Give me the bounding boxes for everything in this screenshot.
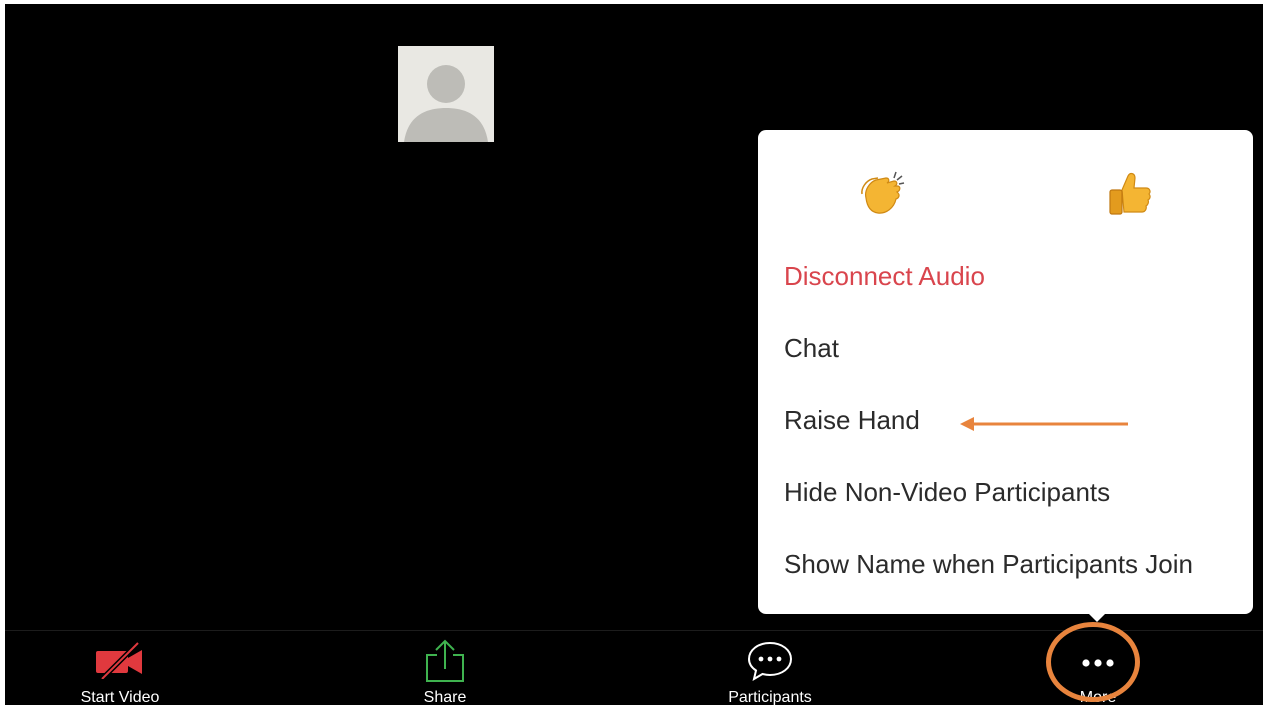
left-arrow-icon — [960, 417, 1128, 431]
thumbs-up-icon — [1109, 172, 1151, 215]
video-off-icon — [96, 641, 142, 679]
more-dots-icon — [1082, 659, 1114, 667]
share-button[interactable]: Share — [360, 631, 530, 705]
more-button[interactable]: More — [1013, 631, 1183, 705]
more-options-menu: Disconnect Audio Chat Raise Hand Hide No… — [758, 130, 1253, 614]
show-name-when-participants-join-item[interactable]: Show Name when Participants Join — [784, 548, 1193, 580]
default-user-avatar-icon — [398, 46, 494, 142]
share-upload-icon — [426, 639, 464, 682]
disconnect-audio-item[interactable]: Disconnect Audio — [784, 260, 985, 292]
more-label: More — [1079, 689, 1117, 705]
hide-non-video-participants-item[interactable]: Hide Non-Video Participants — [784, 476, 1110, 508]
participants-button[interactable]: Participants — [685, 631, 855, 705]
share-label: Share — [423, 689, 467, 705]
meeting-toolbar: Start Video Share Participants More — [5, 630, 1263, 705]
thumbs-up-reaction-button[interactable] — [1102, 168, 1154, 220]
raise-hand-item[interactable]: Raise Hand — [784, 404, 920, 436]
participants-label: Participants — [728, 689, 812, 705]
chat-item[interactable]: Chat — [784, 332, 839, 364]
clapping-hands-reaction-button[interactable] — [856, 168, 908, 220]
menu-pointer — [1085, 610, 1109, 622]
clapping-hands-icon — [861, 171, 905, 214]
participant-avatar — [398, 46, 494, 142]
chat-bubble-icon — [747, 641, 793, 681]
start-video-button[interactable]: Start Video — [35, 631, 205, 705]
start-video-label: Start Video — [80, 689, 160, 705]
